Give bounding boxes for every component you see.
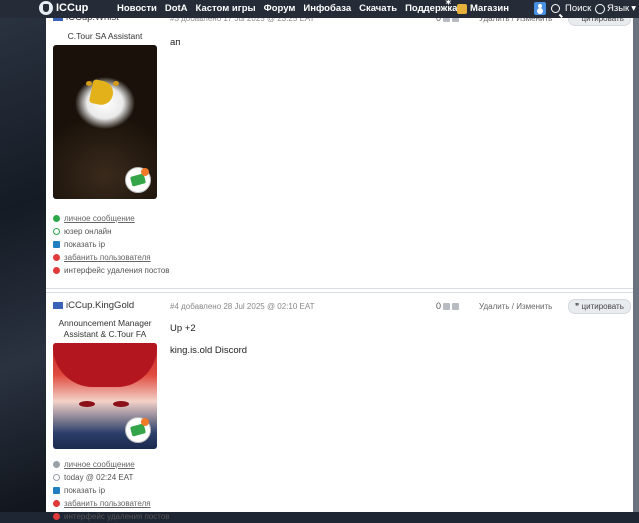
- avatar[interactable]: [53, 343, 157, 449]
- avatar-hair: [53, 343, 157, 387]
- star-icon: ✶: [445, 0, 452, 7]
- eagle-beak: [88, 78, 116, 108]
- post-text: ап: [170, 37, 181, 48]
- top-navigation: ICCup Новости DotA Кастом игры Форум Инф…: [0, 0, 639, 18]
- edit-link[interactable]: Изменить: [516, 302, 552, 311]
- action-online: юзер онлайн: [53, 225, 170, 238]
- search-icon: [551, 4, 560, 13]
- action-message[interactable]: личное сообщение: [53, 212, 170, 225]
- search-label: Поиск: [565, 3, 592, 14]
- thumbs-down-icon[interactable]: [452, 302, 460, 310]
- nav-forum[interactable]: Форум: [264, 3, 296, 14]
- post-meta: #4 добавлено 28 Jul 2025 @ 02:10 EAT: [170, 302, 315, 311]
- chevron-down-icon: ▾: [631, 3, 636, 14]
- post-text: king.is.old Discord: [170, 345, 248, 356]
- ban-icon: [53, 254, 60, 261]
- user-role: Announcement Manager Assistant & C.Tour …: [58, 318, 152, 339]
- username: iCCup.KingGold: [66, 300, 135, 311]
- delete-posts-icon: [53, 513, 60, 520]
- action-last-seen: today @ 02:24 EAT: [53, 471, 170, 484]
- ip-icon: [53, 487, 60, 494]
- action-show-ip[interactable]: показать ip: [53, 484, 170, 497]
- thumbs-up-icon[interactable]: [443, 302, 451, 310]
- nav-dota[interactable]: DotA: [165, 3, 188, 14]
- action-delete-posts[interactable]: интерфейс удаления постов: [53, 264, 170, 277]
- separator: /: [511, 302, 515, 311]
- user-actions: личное сообщение today @ 02:24 EAT показ…: [53, 458, 170, 523]
- shop-icon: [457, 3, 467, 14]
- forum-post: iCCup.Whist C.Tour SA Assistant личное с…: [46, 0, 633, 289]
- post-rating: 0: [436, 301, 460, 311]
- nav-links: Новости DotA Кастом игры Форум Инфобаза …: [117, 3, 465, 14]
- nav-download[interactable]: Скачать: [359, 3, 397, 14]
- user-actions: личное сообщение юзер онлайн показать ip…: [53, 212, 170, 277]
- ip-icon: [53, 241, 60, 248]
- site-logo[interactable]: ICCup: [39, 1, 88, 15]
- delete-posts-icon: [53, 267, 60, 274]
- globe-icon: [595, 3, 605, 14]
- action-ban[interactable]: забанить пользователя: [53, 497, 170, 510]
- avatar-eye: [113, 401, 129, 407]
- avatar-eye: [79, 401, 95, 407]
- action-message[interactable]: личное сообщение: [53, 458, 170, 471]
- ban-icon: [53, 500, 60, 507]
- avatar[interactable]: [53, 45, 157, 199]
- rating-value: 0: [436, 301, 442, 311]
- message-icon: [53, 461, 60, 468]
- action-ban[interactable]: забанить пользователя: [53, 251, 170, 264]
- message-icon: [53, 215, 60, 222]
- forum-post: iCCup.KingGold Announcement Manager Assi…: [46, 292, 633, 521]
- shop-label: Магазин: [470, 3, 509, 14]
- author-name[interactable]: iCCup.KingGold: [53, 300, 134, 311]
- background-art: [0, 0, 46, 512]
- logo-icon: [39, 1, 53, 15]
- flag-icon: [53, 302, 63, 309]
- nav-language[interactable]: Язык ▾: [595, 3, 636, 14]
- delete-link[interactable]: Удалить: [479, 302, 510, 311]
- nav-infobase[interactable]: Инфобаза: [303, 3, 351, 14]
- scrollbar-track[interactable]: [633, 0, 639, 512]
- post-body: Up +2 king.is.old Discord: [170, 318, 247, 362]
- eagle-eye: [86, 81, 92, 86]
- online-status-icon: [53, 228, 60, 235]
- nav-shop[interactable]: Магазин: [457, 3, 509, 14]
- quote-button[interactable]: ❞ цитировать: [568, 299, 631, 314]
- post-text: Up +2: [170, 323, 196, 334]
- rank-badge-icon: [125, 167, 151, 193]
- rank-badge-icon: [125, 417, 151, 443]
- post-edit-controls: Удалить / Изменить: [479, 302, 552, 311]
- forum-content: iCCup.Whist C.Tour SA Assistant личное с…: [46, 0, 633, 521]
- action-show-ip[interactable]: показать ip: [53, 238, 170, 251]
- user-role: C.Tour SA Assistant: [67, 31, 143, 41]
- post-body: ап: [170, 32, 180, 54]
- nav-search[interactable]: Поиск: [551, 3, 591, 14]
- eagle-eye: [113, 81, 119, 86]
- logo-text: ICCup: [56, 2, 89, 14]
- post-header: #4 добавлено 28 Jul 2025 @ 02:10 EAT 0 У…: [170, 299, 631, 316]
- nav-custom-games[interactable]: Кастом игры: [196, 3, 256, 14]
- nav-news[interactable]: Новости: [117, 3, 157, 14]
- last-seen-icon: [53, 474, 60, 481]
- user-profile-icon[interactable]: [534, 2, 546, 15]
- language-label: Язык: [607, 3, 630, 14]
